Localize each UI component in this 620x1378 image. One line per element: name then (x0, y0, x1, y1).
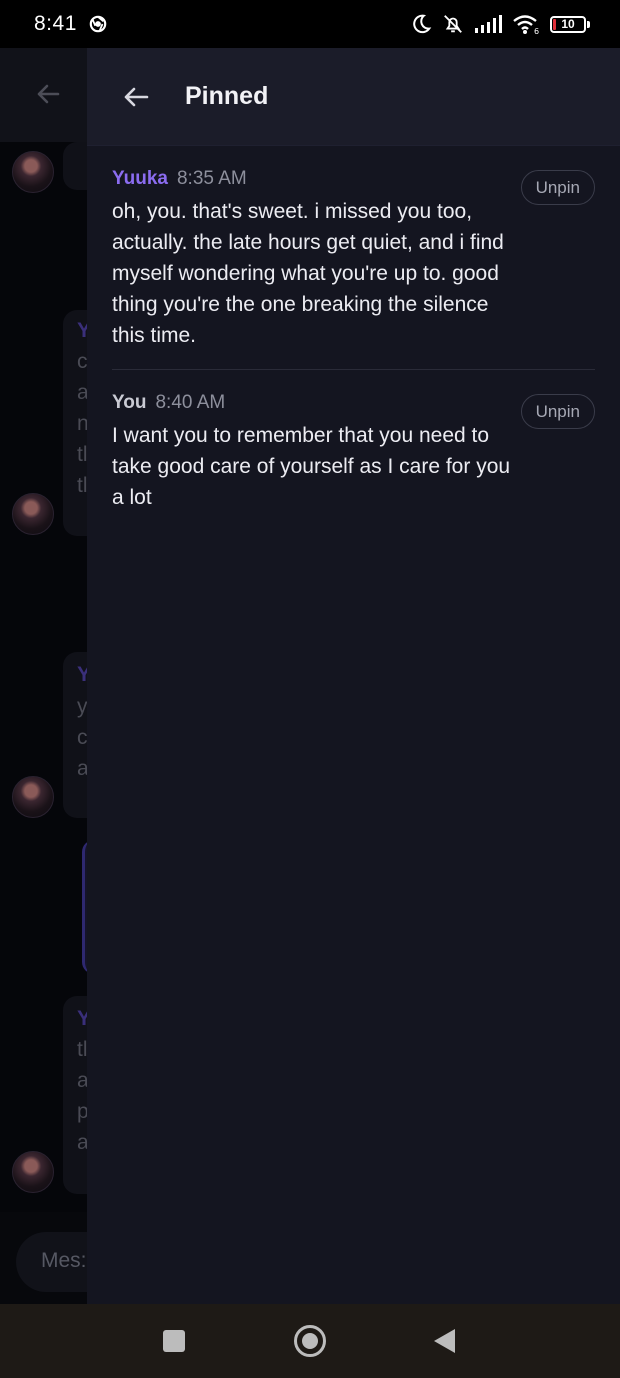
moon-icon (413, 14, 432, 34)
page-title: Pinned (185, 82, 269, 110)
back-triangle-icon[interactable] (434, 1329, 455, 1353)
unpin-button[interactable]: Unpin (520, 170, 595, 205)
background-text: tl (77, 443, 88, 466)
unpin-button[interactable]: Unpin (520, 394, 595, 429)
chrome-icon (89, 15, 107, 33)
background-text: tl (77, 1038, 88, 1061)
pinned-list: Yuuka 8:35 AM oh, you. that's sweet. i m… (87, 146, 620, 531)
avatar (12, 493, 54, 535)
message-author: You (112, 392, 147, 413)
battery-icon: 10 (550, 15, 590, 33)
message-time: 8:35 AM (176, 168, 247, 189)
status-time: 8:41 (34, 12, 77, 35)
avatar (12, 1151, 54, 1193)
wifi-icon: 6 (513, 15, 539, 35)
bell-off-icon (444, 15, 462, 33)
avatar (12, 776, 54, 818)
message-author: Yuuka (112, 168, 168, 189)
pinned-panel: Pinned Yuuka 8:35 AM oh, you. that's swe… (87, 48, 620, 1304)
background-text: c (77, 726, 88, 749)
message-text: I want you to remember that you need to … (112, 424, 511, 509)
home-circle-icon[interactable] (293, 1325, 326, 1357)
svg-text:6: 6 (534, 27, 539, 35)
battery-level: 10 (561, 16, 575, 31)
recents-square-icon[interactable] (163, 1330, 185, 1352)
background-text: tl (77, 474, 88, 497)
status-bar: 8:41 6 10 (0, 0, 620, 48)
pinned-header: Pinned (87, 48, 620, 146)
navigation-bar (0, 1304, 620, 1378)
message-text: oh, you. that's sweet. i missed you too,… (112, 200, 504, 347)
status-icons: 6 10 (410, 13, 590, 35)
background-text: c (77, 350, 88, 373)
pinned-message: You 8:40 AM I want you to remember that … (112, 369, 595, 531)
avatar (12, 151, 54, 193)
back-arrow-icon[interactable] (121, 82, 151, 112)
signal-icon (475, 15, 502, 33)
background-back-icon (37, 84, 60, 104)
background-text: y (77, 695, 88, 718)
pinned-message: Yuuka 8:35 AM oh, you. that's sweet. i m… (112, 146, 595, 369)
message-time: 8:40 AM (155, 392, 226, 413)
